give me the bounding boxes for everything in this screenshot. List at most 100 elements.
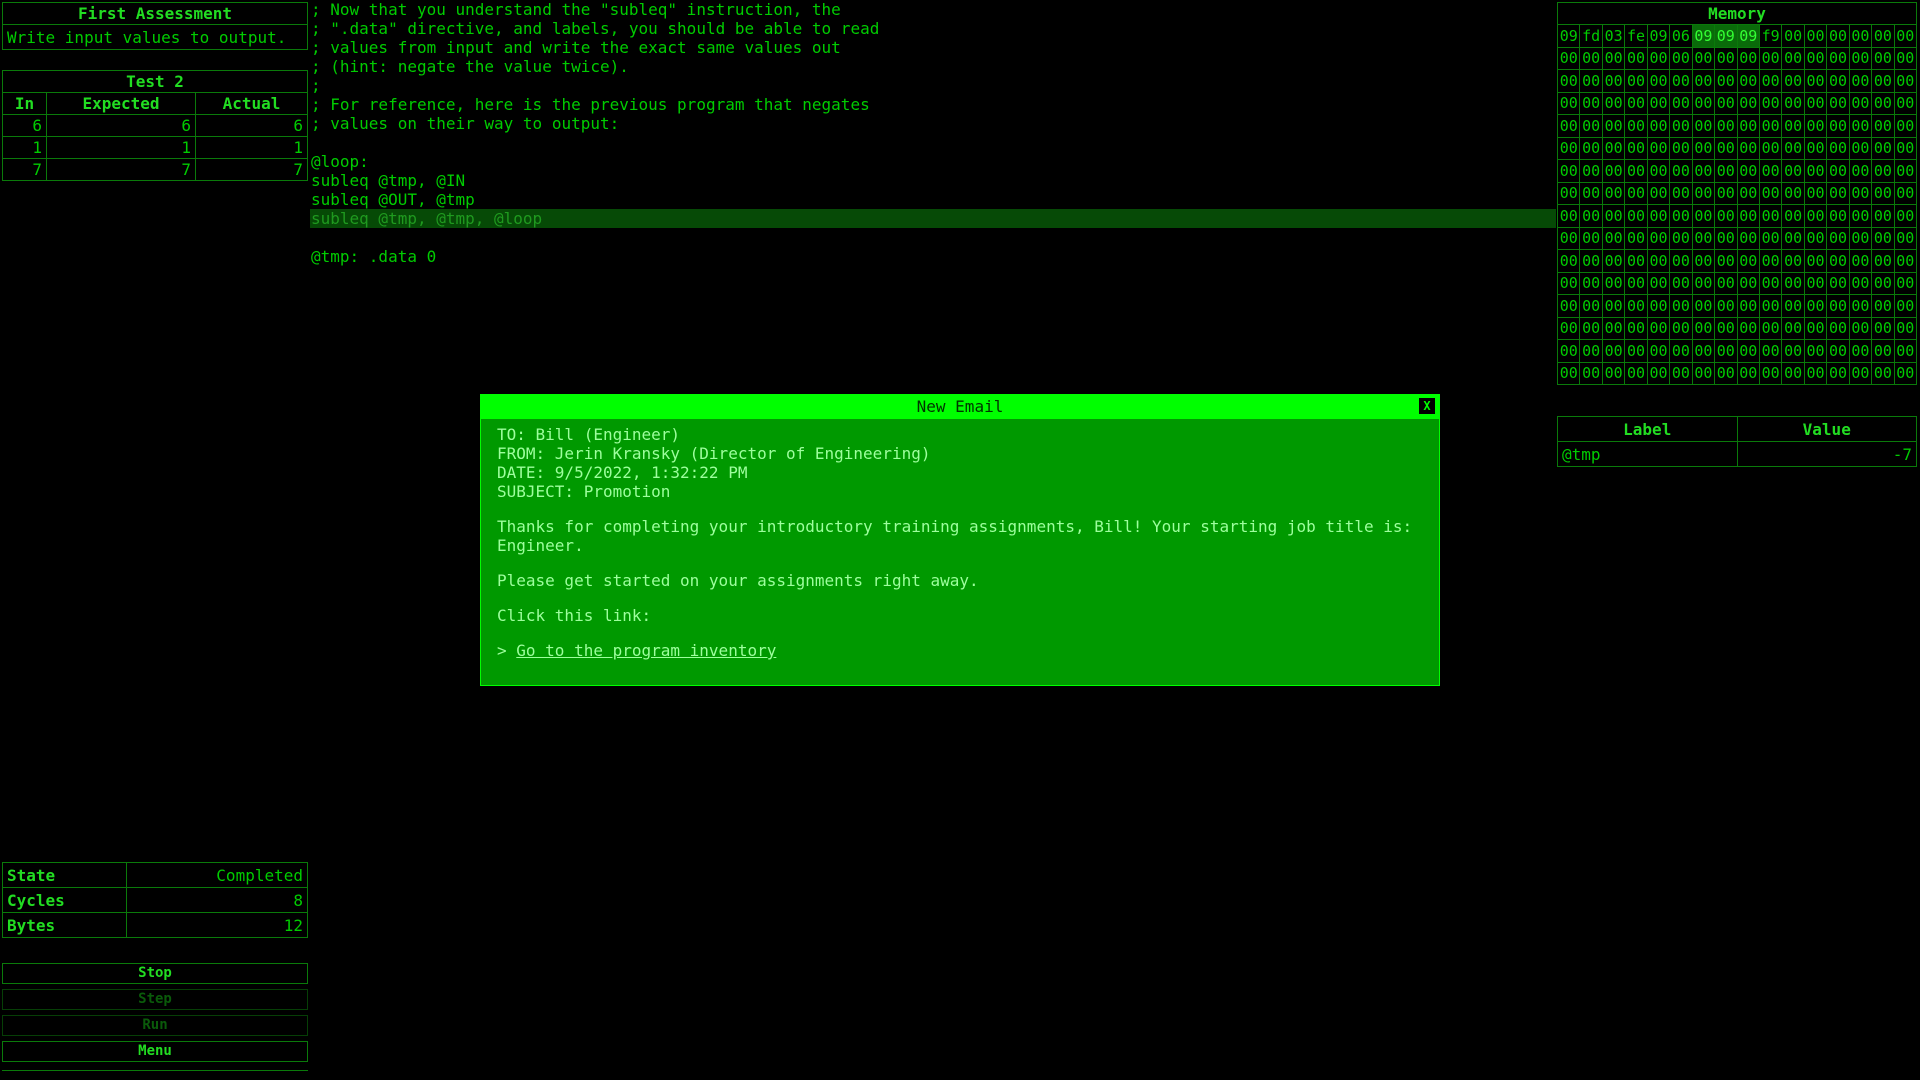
memory-cell: 00 — [1601, 181, 1626, 205]
assessment-box: First Assessment Write input values to o… — [2, 2, 308, 50]
memory-cell: 00 — [1556, 316, 1581, 340]
code-line[interactable] — [310, 228, 1556, 247]
bytes-value: 12 — [126, 912, 308, 938]
code-line[interactable] — [310, 133, 1556, 152]
memory-cell: 00 — [1871, 46, 1895, 70]
memory-cell: 00 — [1803, 69, 1828, 93]
memory-cell: 00 — [1556, 294, 1581, 318]
memory-cell: 00 — [1893, 361, 1918, 385]
memory-cell: 09 — [1736, 24, 1760, 48]
memory-cell: 00 — [1803, 91, 1828, 115]
memory-cell: 00 — [1669, 91, 1693, 115]
code-line-active[interactable]: subleq @tmp, @tmp, @loop — [310, 209, 1556, 228]
memory-cell: 00 — [1871, 24, 1895, 48]
col-label: Label — [1557, 416, 1738, 442]
memory-cell: 00 — [1646, 46, 1671, 70]
stop-button[interactable]: Stop — [2, 963, 308, 984]
memory-cell: 00 — [1848, 249, 1873, 273]
memory-cell: 00 — [1669, 249, 1693, 273]
memory-cell: 00 — [1758, 204, 1783, 228]
memory-cell: 00 — [1579, 159, 1603, 183]
memory-cell: 00 — [1781, 361, 1805, 385]
memory-cell: 00 — [1669, 46, 1693, 70]
program-inventory-link[interactable]: Go to the program inventory — [516, 641, 776, 660]
code-line[interactable]: ; ".data" directive, and labels, you sho… — [310, 19, 1556, 38]
memory-cell: 00 — [1758, 136, 1783, 160]
label-name: @tmp — [1557, 441, 1738, 467]
memory-cell: 00 — [1646, 136, 1671, 160]
col-actual: Actual — [195, 92, 308, 115]
code-editor[interactable]: ; Now that you understand the "subleq" i… — [310, 0, 1556, 300]
memory-cell: 00 — [1556, 69, 1581, 93]
memory-cell: 00 — [1624, 204, 1648, 228]
step-button[interactable]: Step — [2, 989, 308, 1010]
memory-cell: 00 — [1848, 114, 1873, 138]
memory-cell: 00 — [1556, 136, 1581, 160]
memory-cell: 00 — [1624, 91, 1648, 115]
memory-cell: 00 — [1691, 136, 1716, 160]
memory-cell: 00 — [1624, 69, 1648, 93]
divider — [2, 1070, 308, 1071]
memory-cell: 00 — [1893, 226, 1918, 250]
memory-cell: 00 — [1736, 226, 1760, 250]
code-line[interactable]: ; (hint: negate the value twice). — [310, 57, 1556, 76]
code-line[interactable]: @loop: — [310, 152, 1556, 171]
memory-cell: 00 — [1893, 91, 1918, 115]
memory-cell: 00 — [1758, 226, 1783, 250]
code-line[interactable]: ; values on their way to output: — [310, 114, 1556, 133]
memory-cell: 00 — [1579, 46, 1603, 70]
memory-cell: 00 — [1646, 339, 1671, 363]
code-line[interactable]: subleq @tmp, @IN — [310, 171, 1556, 190]
memory-cell: 00 — [1803, 114, 1828, 138]
memory-cell: 00 — [1691, 46, 1716, 70]
memory-cell: 00 — [1646, 271, 1671, 295]
memory-cell: 00 — [1691, 339, 1716, 363]
memory-cell: 00 — [1758, 159, 1783, 183]
close-button[interactable]: X — [1419, 398, 1435, 414]
memory-cell: 00 — [1826, 114, 1850, 138]
col-in: In — [2, 92, 47, 115]
memory-cell: 00 — [1848, 316, 1873, 340]
memory-cell: 00 — [1803, 271, 1828, 295]
memory-cell: 00 — [1714, 46, 1738, 70]
memory-cell: 00 — [1758, 114, 1783, 138]
menu-button[interactable]: Menu — [2, 1041, 308, 1062]
memory-cell: 00 — [1601, 226, 1626, 250]
memory-row: 09 fd 03 fe 09 06 09 09 09 f9 00 00 00 00 00 00 — [1556, 24, 1918, 48]
memory-cell: 00 — [1758, 249, 1783, 273]
test-cell: 6 — [2, 114, 47, 137]
memory-cell: 00 — [1714, 361, 1738, 385]
memory-cell: 00 — [1848, 339, 1873, 363]
test-row: 1 1 1 — [2, 136, 308, 159]
bytes-label: Bytes — [2, 912, 127, 938]
memory-cell: 00 — [1601, 91, 1626, 115]
code-line[interactable]: subleq @OUT, @tmp — [310, 190, 1556, 209]
memory-cell: 00 — [1601, 159, 1626, 183]
memory-cell: 00 — [1758, 69, 1783, 93]
memory-cell: 00 — [1871, 204, 1895, 228]
memory-cell: 00 — [1624, 226, 1648, 250]
col-value: Value — [1736, 416, 1917, 442]
code-line[interactable]: @tmp: .data 0 — [310, 247, 1556, 266]
memory-cell: 00 — [1601, 361, 1626, 385]
code-line[interactable]: ; — [310, 76, 1556, 95]
memory-cell: 00 — [1893, 136, 1918, 160]
memory-cell: 00 — [1736, 136, 1760, 160]
memory-cell: 00 — [1803, 316, 1828, 340]
code-line[interactable]: ; Now that you understand the "subleq" i… — [310, 0, 1556, 19]
memory-cell: 00 — [1826, 249, 1850, 273]
memory-cell: 00 — [1826, 316, 1850, 340]
memory-cell: 00 — [1871, 316, 1895, 340]
code-line[interactable]: ; For reference, here is the previous pr… — [310, 95, 1556, 114]
memory-cell: 00 — [1803, 226, 1828, 250]
memory-cell: 00 — [1848, 91, 1873, 115]
code-line[interactable]: ; values from input and write the exact … — [310, 38, 1556, 57]
memory-cell: 00 — [1781, 159, 1805, 183]
run-button[interactable]: Run — [2, 1015, 308, 1036]
memory-cell: 00 — [1848, 361, 1873, 385]
memory-cell: 00 — [1669, 181, 1693, 205]
label-value: -7 — [1736, 441, 1917, 467]
memory-cell: 00 — [1893, 69, 1918, 93]
memory-cell: 00 — [1736, 181, 1760, 205]
memory-cell: 00 — [1803, 181, 1828, 205]
